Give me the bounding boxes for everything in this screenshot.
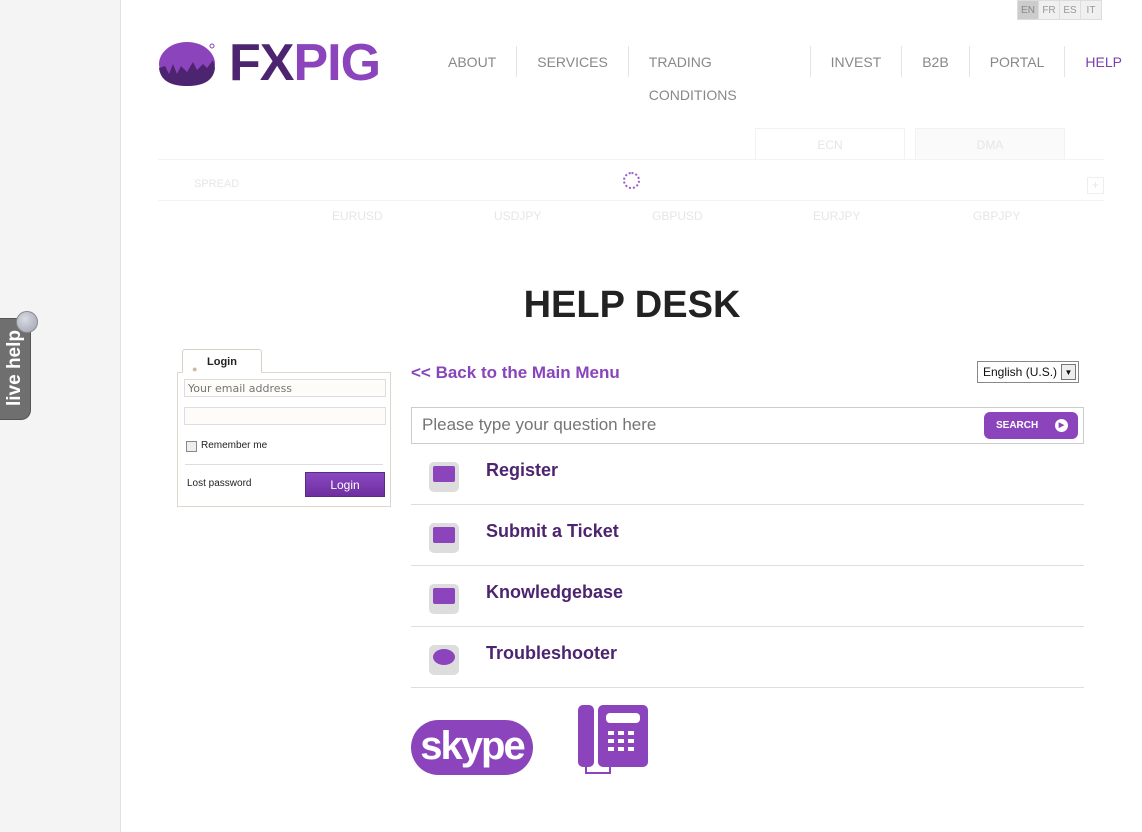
list-item-troubleshooter[interactable]: Troubleshooter [411,627,1084,688]
binders-icon [429,584,459,614]
back-to-main-menu-link[interactable]: << Back to the Main Menu [411,363,620,383]
id-card-icon [429,462,459,492]
remember-label: Remember me [201,440,268,451]
nav-portal[interactable]: PORTAL [968,46,1065,77]
nav-invest[interactable]: INVEST [809,46,902,77]
item-label: Register [486,460,559,480]
live-help-button[interactable]: live help [0,311,38,420]
search-button-label: SEARCH [996,420,1039,431]
password-field[interactable] [184,407,386,425]
list-item-submit-ticket[interactable]: Submit a Ticket [411,505,1084,566]
expand-button[interactable]: + [1087,177,1104,194]
search-bar: SEARCH ▶ [411,407,1084,444]
lang-es[interactable]: ES [1059,0,1081,20]
spread-label: SPREAD [194,178,240,190]
email-field[interactable] [184,379,386,397]
login-button[interactable]: Login [305,472,385,497]
language-switcher: EN FR ES IT [1017,0,1102,20]
tab-dma[interactable]: DMA [915,128,1065,159]
pair: EURJPY [813,209,861,223]
list-item-register[interactable]: Register [411,444,1084,505]
user-icon: ● [192,364,198,374]
spread-ticker: ECN DMA SPREAD + EURUSD USDJPY GBPUSD EUR… [158,128,1104,228]
loading-spinner-icon [623,172,640,189]
lang-en[interactable]: EN [1017,0,1039,20]
pair: GBPUSD [652,209,703,223]
brand-dark: FX [229,34,294,92]
page-title: HELP DESK [523,284,741,326]
envelope-icon [429,523,459,553]
lightbulb-icon [429,645,459,675]
lost-password-link[interactable]: Lost password [187,478,251,489]
live-help-label: live help [4,329,25,407]
nav-help[interactable]: HELP [1064,46,1142,77]
login-panel: ● Login Remember me Lost password Login [177,349,391,507]
lang-fr[interactable]: FR [1038,0,1060,20]
phone-icon[interactable] [578,705,648,775]
pair: EURUSD [332,209,383,223]
item-label: Troubleshooter [486,643,618,663]
search-input[interactable] [412,408,972,442]
list-item-knowledgebase[interactable]: Knowledgebase [411,566,1084,627]
login-tab[interactable]: ● Login [182,349,262,374]
main-nav: ABOUT SERVICES TRADING CONDITIONS INVEST… [432,46,1142,103]
nav-about[interactable]: ABOUT [432,46,516,77]
tab-ecn[interactable]: ECN [755,128,905,159]
skype-icon[interactable]: skype [411,720,533,775]
item-label: Knowledgebase [486,582,624,602]
logo[interactable]: FXPIG [157,37,381,89]
language-select-value: English (U.S.) [983,365,1058,379]
pair: USDJPY [494,209,542,223]
nav-services[interactable]: SERVICES [516,46,628,77]
search-button[interactable]: SEARCH ▶ [984,412,1078,439]
login-tab-label: Login [207,356,237,368]
nav-trading-conditions[interactable]: TRADING CONDITIONS [627,46,810,103]
item-label: Submit a Ticket [486,521,619,541]
help-options: Register Submit a Ticket Knowledgebase T… [411,444,1084,688]
pair: GBPJPY [973,209,1021,223]
play-icon: ▶ [1055,419,1068,432]
chevron-down-icon: ▼ [1061,364,1076,380]
pig-icon [159,42,215,86]
language-select[interactable]: English (U.S.) ▼ [977,361,1079,383]
remember-checkbox[interactable] [186,441,197,452]
nav-b2b[interactable]: B2B [901,46,968,77]
lang-it[interactable]: IT [1080,0,1102,20]
brand-light: PIG [293,34,381,92]
